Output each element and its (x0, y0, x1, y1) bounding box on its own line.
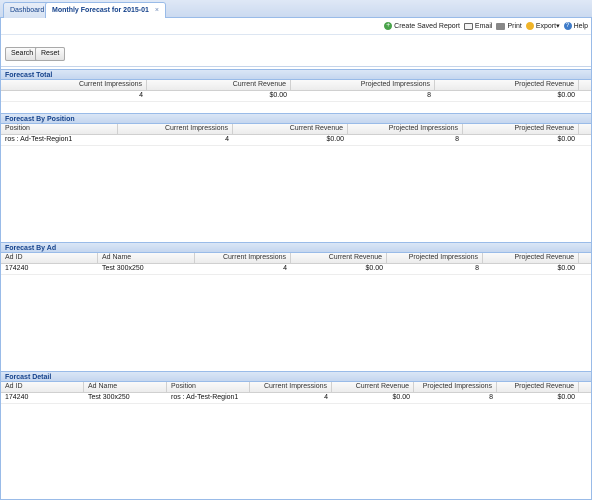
add-icon: + (384, 22, 393, 30)
reset-button[interactable]: Reset (35, 47, 66, 61)
cell-ad-id: 174240 (5, 265, 29, 272)
cell-current-impressions: 4 (283, 265, 287, 272)
forecast-total-column-headers: Current Impressions Current Revenue Proj… (1, 80, 591, 91)
column-header[interactable]: Ad Name (84, 382, 167, 393)
email-label: Email (474, 22, 493, 30)
column-header[interactable]: Ad Name (98, 253, 195, 264)
cell-current-impressions: 4 (139, 92, 143, 99)
forecast-detail-panel: Forcast Detail Ad ID Ad Name Position Cu… (1, 371, 591, 499)
column-header[interactable]: Position (1, 124, 118, 135)
cell-projected-impressions: 8 (455, 136, 459, 143)
search-area: Search Reset (1, 34, 591, 67)
column-header[interactable]: Current Revenue (291, 253, 387, 264)
cell-projected-revenue: $0.00 (557, 394, 575, 401)
cell-ad-id: 174240 (5, 394, 29, 401)
forecast-by-ad-header: Forecast By Ad (1, 242, 591, 253)
forecast-total-header: Forecast Total (1, 69, 591, 80)
table-row[interactable]: ros : Ad-Test-Region1 4 $0.00 8 $0.00 (1, 135, 591, 146)
cell-position: ros : Ad-Test-Region1 (5, 136, 73, 143)
report-toolbar: + Create Saved Report Email Print Export… (1, 18, 591, 34)
cell-ad-name: Test 300x250 (88, 394, 130, 401)
cell-projected-impressions: 8 (489, 394, 493, 401)
tab-monthly-forecast[interactable]: Monthly Forecast for 2015-01 × (45, 2, 166, 19)
column-header[interactable]: Projected Revenue (435, 80, 579, 91)
print-button[interactable]: Print (496, 22, 522, 30)
forecast-by-position-panel: Forecast By Position Position Current Im… (1, 113, 591, 242)
help-label: Help (573, 22, 588, 30)
tab-dashboard-label: Dashboard (10, 7, 45, 14)
cell-current-revenue: $0.00 (365, 265, 383, 272)
cell-projected-impressions: 8 (427, 92, 431, 99)
cell-current-impressions: 4 (225, 136, 229, 143)
create-saved-report-label: Create Saved Report (394, 22, 460, 30)
column-header[interactable]: Current Impressions (118, 124, 233, 135)
cell-current-revenue: $0.00 (269, 92, 287, 99)
export-label: Export▾ (535, 23, 560, 30)
column-header[interactable]: Current Revenue (233, 124, 348, 135)
table-row[interactable]: 174240 Test 300x250 ros : Ad-Test-Region… (1, 393, 591, 404)
forecast-total-panel: Forecast Total Current Impressions Curre… (1, 69, 591, 113)
column-header[interactable]: Current Impressions (1, 80, 147, 91)
column-header[interactable]: Projected Revenue (463, 124, 579, 135)
print-label: Print (507, 22, 522, 30)
cell-projected-revenue: $0.00 (557, 136, 575, 143)
cell-position: ros : Ad-Test-Region1 (171, 394, 239, 401)
column-header[interactable]: Current Revenue (147, 80, 291, 91)
table-row[interactable]: 174240 Test 300x250 4 $0.00 8 $0.00 (1, 264, 591, 275)
report-frame: + Create Saved Report Email Print Export… (0, 18, 592, 500)
create-saved-report-button[interactable]: + Create Saved Report (384, 22, 460, 30)
cell-projected-revenue: $0.00 (557, 265, 575, 272)
cell-current-impressions: 4 (324, 394, 328, 401)
export-icon (525, 22, 534, 30)
table-row[interactable]: 4 $0.00 8 $0.00 (1, 91, 591, 102)
cell-projected-revenue: $0.00 (557, 92, 575, 99)
forecast-detail-column-headers: Ad ID Ad Name Position Current Impressio… (1, 382, 591, 393)
tab-bar: Dashboard Monthly Forecast for 2015-01 × (0, 0, 592, 19)
column-header[interactable]: Projected Impressions (348, 124, 463, 135)
column-header[interactable]: Projected Impressions (414, 382, 497, 393)
column-header[interactable]: Ad ID (1, 253, 98, 264)
tab-monthly-forecast-label: Monthly Forecast for 2015-01 (52, 7, 149, 14)
forecast-by-ad-panel: Forecast By Ad Ad ID Ad Name Current Imp… (1, 242, 591, 371)
email-icon (463, 22, 473, 30)
cell-current-revenue: $0.00 (326, 136, 344, 143)
column-header[interactable]: Projected Revenue (497, 382, 579, 393)
help-icon: ? (563, 22, 572, 30)
forecast-by-position-column-headers: Position Current Impressions Current Rev… (1, 124, 591, 135)
column-header[interactable]: Ad ID (1, 382, 84, 393)
email-button[interactable]: Email (463, 22, 493, 30)
forecast-by-ad-column-headers: Ad ID Ad Name Current Impressions Curren… (1, 253, 591, 264)
forecast-by-position-header: Forecast By Position (1, 113, 591, 124)
tab-dashboard[interactable]: Dashboard (3, 2, 52, 18)
close-icon[interactable]: × (155, 3, 159, 18)
cell-projected-impressions: 8 (475, 265, 479, 272)
column-header[interactable]: Current Impressions (250, 382, 332, 393)
column-header[interactable]: Current Revenue (332, 382, 414, 393)
column-header[interactable]: Position (167, 382, 250, 393)
cell-current-revenue: $0.00 (392, 394, 410, 401)
column-header[interactable]: Projected Impressions (387, 253, 483, 264)
column-header[interactable]: Projected Impressions (291, 80, 435, 91)
cell-ad-name: Test 300x250 (102, 265, 144, 272)
column-header[interactable]: Projected Revenue (483, 253, 579, 264)
column-header[interactable]: Current Impressions (195, 253, 291, 264)
export-button[interactable]: Export▾ (525, 22, 560, 30)
help-button[interactable]: ? Help (563, 22, 588, 30)
forecast-detail-header: Forcast Detail (1, 371, 591, 382)
printer-icon (496, 22, 506, 30)
